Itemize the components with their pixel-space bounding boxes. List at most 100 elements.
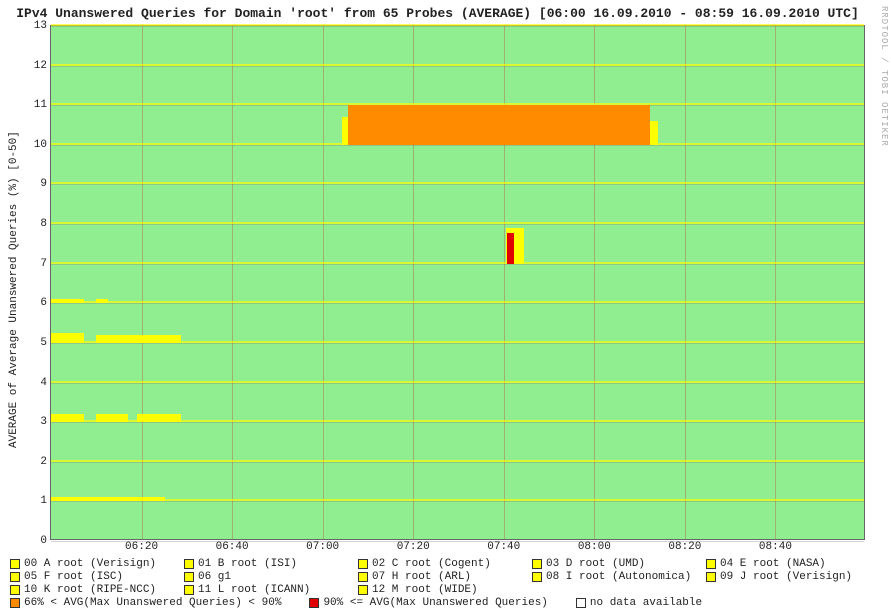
y-tick-label: 13 xyxy=(34,20,47,32)
legend-swatch xyxy=(532,559,542,569)
series-baseline xyxy=(51,182,864,184)
legend-swatch xyxy=(184,559,194,569)
gridline xyxy=(51,501,864,502)
legend-label: 08 I root (Autonomica) xyxy=(546,571,691,583)
gridline xyxy=(51,383,864,384)
legend-item: 08 I root (Autonomica) xyxy=(532,571,706,583)
tool-credit: RRDTOOL / TOBI OETIKER xyxy=(875,6,889,147)
gridline xyxy=(51,343,864,344)
gridline xyxy=(51,541,864,542)
y-tick-label: 8 xyxy=(40,218,47,230)
gridline xyxy=(51,462,864,463)
legend-item: 11 L root (ICANN) xyxy=(184,584,358,596)
legend-swatch xyxy=(184,572,194,582)
series-blip xyxy=(51,299,84,304)
legend-label: 01 B root (ISI) xyxy=(198,558,297,570)
legend-label: 05 F root (ISC) xyxy=(24,571,123,583)
legend-item: 10 K root (RIPE-NCC) xyxy=(10,584,184,596)
y-tick-label: 5 xyxy=(40,337,47,349)
gridline xyxy=(51,184,864,185)
y-tick-label: 0 xyxy=(40,535,47,547)
series-blip xyxy=(96,335,182,343)
legend-label: 06 g1 xyxy=(198,571,231,583)
legend-label: 02 C root (Cogent) xyxy=(372,558,491,570)
legend-swatch xyxy=(10,585,20,595)
legend-swatch xyxy=(358,572,368,582)
spike-red xyxy=(507,233,514,263)
legend-label: 11 L root (ICANN) xyxy=(198,584,310,596)
legend-label: 90% <= AVG(Max Unanswered Queries) xyxy=(323,597,547,609)
chart-title: IPv4 Unanswered Queries for Domain 'root… xyxy=(0,6,875,21)
legend-swatch xyxy=(532,572,542,582)
gridline xyxy=(51,264,864,265)
series-baseline xyxy=(51,381,864,383)
gridline xyxy=(51,224,864,225)
y-tick-label: 1 xyxy=(40,495,47,507)
series-blip xyxy=(51,497,165,502)
y-tick-label: 6 xyxy=(40,297,47,309)
series-baseline xyxy=(51,24,864,26)
legend-item: 00 A root (Verisign) xyxy=(10,558,184,570)
gridline xyxy=(51,26,864,27)
legend-label: 09 J root (Verisign) xyxy=(720,571,852,583)
gridline xyxy=(51,422,864,423)
legend-label: 03 D root (UMD) xyxy=(546,558,645,570)
series-baseline xyxy=(51,499,864,501)
legend-label: 66% < AVG(Max Unanswered Queries) < 90% xyxy=(24,597,281,609)
legend-swatch xyxy=(706,559,716,569)
series-blip xyxy=(96,299,108,304)
gridline xyxy=(51,66,864,67)
x-tick-label: 08:40 xyxy=(759,541,792,553)
legend-swatch xyxy=(184,585,194,595)
legend-swatch xyxy=(10,572,20,582)
gridline xyxy=(51,303,864,304)
legend-item: 02 C root (Cogent) xyxy=(358,558,532,570)
y-tick-label: 2 xyxy=(40,456,47,468)
y-tick-label: 4 xyxy=(40,377,47,389)
series-baseline xyxy=(51,64,864,66)
x-tick-label: 07:00 xyxy=(306,541,339,553)
x-tick-label: 08:00 xyxy=(578,541,611,553)
y-tick-label: 3 xyxy=(40,416,47,428)
event-orange xyxy=(348,105,650,145)
legend-item: 05 F root (ISC) xyxy=(10,571,184,583)
series-baseline xyxy=(51,222,864,224)
legend-status-item: no data available xyxy=(576,597,702,609)
y-axis-label: AVERAGE of Average Unanswered Queries (%… xyxy=(8,40,22,540)
legend-item: 06 g1 xyxy=(184,571,358,583)
series-baseline xyxy=(51,103,864,105)
legend-label: no data available xyxy=(590,597,702,609)
series-baseline xyxy=(51,262,864,264)
plot-area: 01234567891011121306:2006:4007:0007:2007… xyxy=(50,25,865,540)
legend: 00 A root (Verisign) 01 B root (ISI) 02 C … xyxy=(10,558,880,609)
legend-swatch xyxy=(10,598,20,608)
legend-label: 12 M root (WIDE) xyxy=(372,584,478,596)
x-tick-label: 08:20 xyxy=(668,541,701,553)
legend-item: 04 E root (NASA) xyxy=(706,558,880,570)
series-blip xyxy=(96,414,129,422)
legend-status-item: 90% <= AVG(Max Unanswered Queries) xyxy=(309,597,547,609)
x-tick-label: 07:20 xyxy=(397,541,430,553)
legend-item: 12 M root (WIDE) xyxy=(358,584,532,596)
x-tick-label: 06:20 xyxy=(125,541,158,553)
legend-label: 10 K root (RIPE-NCC) xyxy=(24,584,156,596)
x-tick-label: 07:40 xyxy=(487,541,520,553)
y-tick-label: 12 xyxy=(34,60,47,72)
chart-container: IPv4 Unanswered Queries for Domain 'root… xyxy=(0,0,891,611)
legend-label: 04 E root (NASA) xyxy=(720,558,826,570)
gridline xyxy=(51,145,864,146)
legend-label: 00 A root (Verisign) xyxy=(24,558,156,570)
legend-label: 07 H root (ARL) xyxy=(372,571,471,583)
y-tick-label: 7 xyxy=(40,258,47,270)
legend-swatch xyxy=(576,598,586,608)
y-tick-label: 10 xyxy=(34,139,47,151)
x-tick-label: 06:40 xyxy=(216,541,249,553)
series-blip xyxy=(51,333,84,343)
series-baseline xyxy=(51,301,864,303)
legend-item: 01 B root (ISI) xyxy=(184,558,358,570)
y-tick-label: 9 xyxy=(40,178,47,190)
legend-swatch xyxy=(358,585,368,595)
legend-swatch xyxy=(358,559,368,569)
legend-item: 09 J root (Verisign) xyxy=(706,571,880,583)
legend-swatch xyxy=(706,572,716,582)
